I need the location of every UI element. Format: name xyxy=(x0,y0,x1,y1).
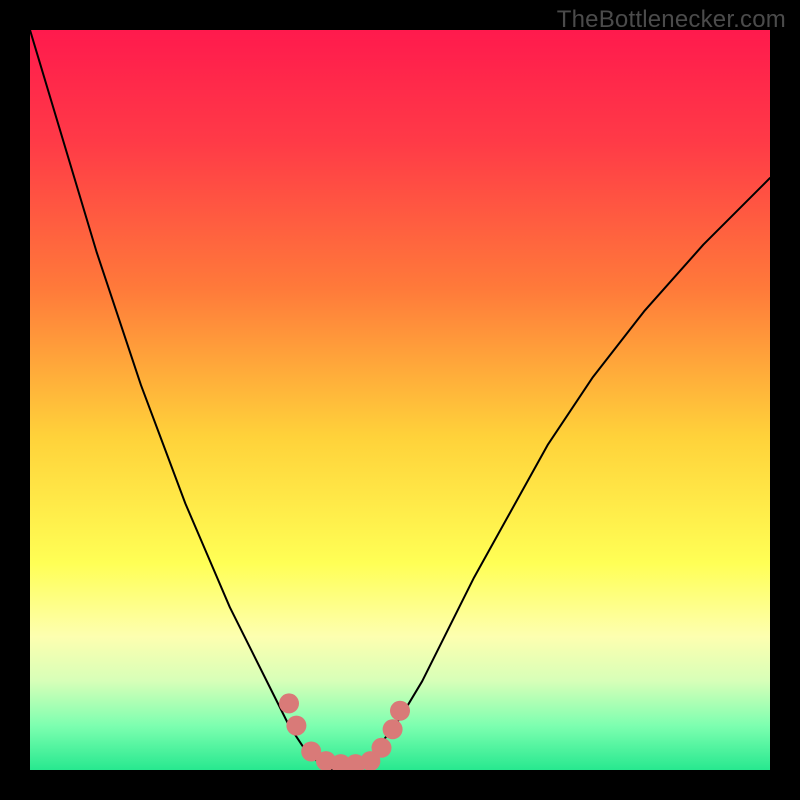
data-point xyxy=(286,716,306,736)
data-point xyxy=(372,738,392,758)
data-point xyxy=(390,701,410,721)
chart-svg xyxy=(30,30,770,770)
gradient-background xyxy=(30,30,770,770)
data-point xyxy=(383,719,403,739)
chart-frame: TheBottlenecker.com xyxy=(0,0,800,800)
watermark-text: TheBottlenecker.com xyxy=(557,6,786,34)
plot-area xyxy=(30,30,770,770)
data-point xyxy=(279,693,299,713)
